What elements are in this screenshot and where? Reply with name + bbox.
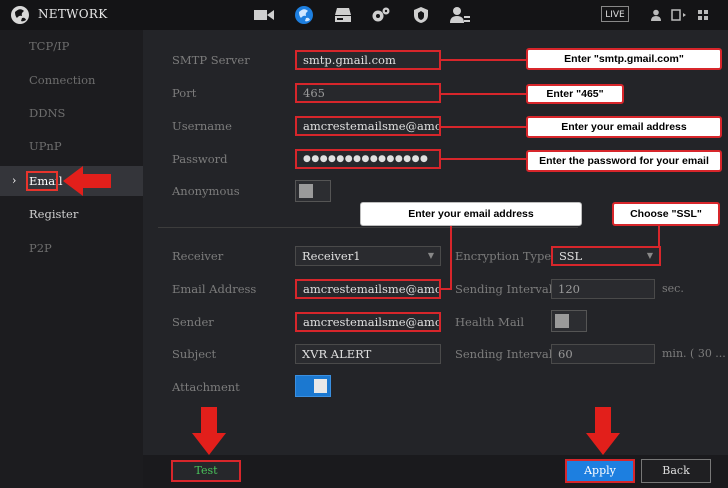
- port-label: Port: [172, 86, 197, 100]
- attachment-toggle[interactable]: [295, 375, 331, 397]
- red-arrow-down-icon: [192, 407, 226, 455]
- sidebar-item-upnp[interactable]: UPnP: [0, 131, 143, 161]
- sender-input[interactable]: amcrestemailsme@amcre...: [295, 312, 441, 332]
- anonymous-toggle[interactable]: [295, 180, 331, 202]
- chevron-down-icon: ▼: [646, 251, 653, 260]
- port-input[interactable]: 465: [295, 83, 441, 103]
- network-logo-icon: [11, 6, 29, 24]
- network-globe-icon[interactable]: [291, 3, 317, 27]
- callout-connector: [441, 126, 527, 128]
- email-settings-panel: SMTP Server smtp.gmail.com Port 465 User…: [143, 30, 728, 455]
- red-arrow-down-icon: [586, 407, 620, 455]
- storage-icon[interactable]: [330, 3, 356, 27]
- back-button[interactable]: Back: [641, 459, 711, 483]
- callout-ssl: Choose "SSL": [612, 202, 720, 226]
- sidebar-item-tcpip[interactable]: TCP/IP: [0, 31, 143, 61]
- sidebar: TCP/IP Connection DDNS UPnP › Email Regi…: [0, 30, 143, 488]
- apply-button[interactable]: Apply: [565, 459, 635, 483]
- grid-icon[interactable]: [690, 3, 716, 27]
- top-bar: NETWORK LIVE: [0, 0, 728, 30]
- sidebar-item-register[interactable]: Register: [0, 199, 143, 229]
- callout-connector: [441, 288, 452, 290]
- callout-connector: [658, 226, 660, 248]
- toggle-knob: [555, 314, 569, 328]
- sending-interval-2-label: Sending Interval: [455, 347, 553, 361]
- receiver-label: Receiver: [172, 249, 224, 263]
- red-arrow-left-icon: [63, 166, 111, 196]
- sending-interval-unit: sec.: [662, 282, 684, 295]
- camera-icon[interactable]: [251, 3, 277, 27]
- selected-caret-icon: ›: [12, 174, 17, 187]
- callout-connector: [450, 223, 452, 289]
- security-shield-icon[interactable]: [408, 3, 434, 27]
- username-input[interactable]: amcrestemailsme@amcre...: [295, 116, 441, 136]
- callout-smtp: Enter "smtp.gmail.com": [526, 48, 722, 70]
- sending-interval-2-input[interactable]: 60: [551, 344, 655, 364]
- smtp-server-label: SMTP Server: [172, 53, 250, 67]
- smtp-server-input[interactable]: smtp.gmail.com: [295, 50, 441, 70]
- logout-icon[interactable]: [666, 3, 692, 27]
- email-highlight-box: [26, 171, 58, 191]
- sidebar-item-ddns[interactable]: DDNS: [0, 98, 143, 128]
- username-label: Username: [172, 119, 232, 133]
- email-address-input[interactable]: amcrestemailsme@amcre...: [295, 279, 441, 299]
- account-icon[interactable]: [447, 3, 473, 27]
- section-divider: [158, 227, 578, 228]
- test-button[interactable]: Test: [171, 460, 241, 482]
- health-mail-label: Health Mail: [455, 315, 525, 329]
- sidebar-item-connection[interactable]: Connection: [0, 65, 143, 95]
- chevron-down-icon: ▼: [427, 251, 434, 260]
- callout-username: Enter your email address: [526, 116, 722, 138]
- toggle-knob: [299, 184, 313, 198]
- attachment-label: Attachment: [172, 380, 240, 394]
- live-button[interactable]: LIVE: [601, 6, 629, 22]
- subject-input[interactable]: XVR ALERT: [295, 344, 441, 364]
- health-mail-toggle[interactable]: [551, 310, 587, 332]
- toggle-knob: [314, 379, 327, 393]
- password-input[interactable]: ●●●●●●●●●●●●●●●: [295, 149, 441, 169]
- settings-gears-icon[interactable]: [368, 3, 394, 27]
- callout-connector: [441, 59, 527, 61]
- page-title: NETWORK: [38, 7, 108, 21]
- email-address-label: Email Address: [172, 282, 257, 296]
- receiver-select[interactable]: Receiver1 ▼: [295, 246, 441, 266]
- bottom-action-bar: Test Apply Back: [143, 455, 728, 488]
- callout-connector: [441, 93, 527, 95]
- callout-connector: [441, 158, 527, 160]
- encryption-type-select[interactable]: SSL ▼: [551, 246, 661, 266]
- anonymous-label: Anonymous: [172, 184, 240, 198]
- sender-label: Sender: [172, 315, 214, 329]
- sending-interval-input[interactable]: 120: [551, 279, 655, 299]
- sidebar-item-p2p[interactable]: P2P: [0, 233, 143, 263]
- app-window: NETWORK LIVE TCP/IP Connection DDNS UPnP…: [0, 0, 728, 488]
- callout-port: Enter "465": [526, 84, 624, 104]
- password-label: Password: [172, 152, 228, 166]
- callout-password: Enter the password for your email: [526, 150, 722, 172]
- callout-email-address: Enter your email address: [360, 202, 582, 226]
- subject-label: Subject: [172, 347, 217, 361]
- sending-interval-2-unit: min. ( 30 ...: [662, 347, 726, 360]
- encryption-type-label: Encryption Type: [455, 249, 552, 263]
- sending-interval-label: Sending Interval: [455, 282, 553, 296]
